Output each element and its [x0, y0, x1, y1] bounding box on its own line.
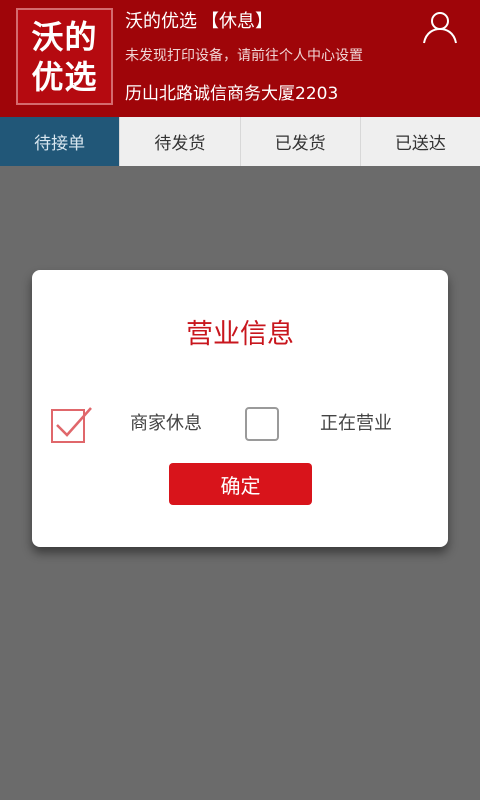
confirm-button[interactable]: 确定 [169, 463, 312, 505]
store-name: 沃的优选 【休息】 [125, 10, 273, 34]
app-header: 沃的 优选 沃的优选 【休息】 未发现打印设备，请前往个人中心设置 历山北路诚信商… [0, 0, 480, 117]
dialog-title: 营业信息 [186, 319, 294, 350]
option-label-rest: 商家休息 [130, 413, 202, 434]
logo-line-1: 沃的 [31, 17, 98, 56]
business-info-dialog: 营业信息 商家休息 正在营业 确定 [32, 270, 448, 547]
tab-label: 已送达 [394, 134, 446, 154]
user-icon[interactable] [422, 10, 458, 44]
logo-line-2: 优选 [31, 57, 98, 96]
rest-checkbox[interactable] [50, 404, 94, 446]
store-logo: 沃的 优选 [16, 8, 113, 105]
store-name-text: 沃的优选 [125, 11, 197, 32]
store-address: 历山北路诚信商务大厦2203 [125, 84, 339, 104]
open-checkbox[interactable] [244, 406, 280, 442]
tab-label: 待接单 [34, 134, 86, 154]
order-status-tabs: 待接单 待发货 已发货 已送达 [0, 117, 480, 166]
tab-shipped[interactable]: 已发货 [239, 117, 360, 166]
printer-warning[interactable]: 未发现打印设备，请前往个人中心设置 [125, 46, 363, 66]
option-label-open: 正在营业 [320, 413, 392, 434]
store-status: 【休息】 [201, 11, 273, 32]
tab-label: 待发货 [154, 134, 206, 154]
tab-pending-ship[interactable]: 待发货 [119, 117, 239, 166]
tab-label: 已发货 [274, 134, 326, 154]
tab-delivered[interactable]: 已送达 [359, 117, 480, 166]
tab-pending-accept[interactable]: 待接单 [0, 117, 120, 166]
checkmark-icon [56, 407, 92, 437]
